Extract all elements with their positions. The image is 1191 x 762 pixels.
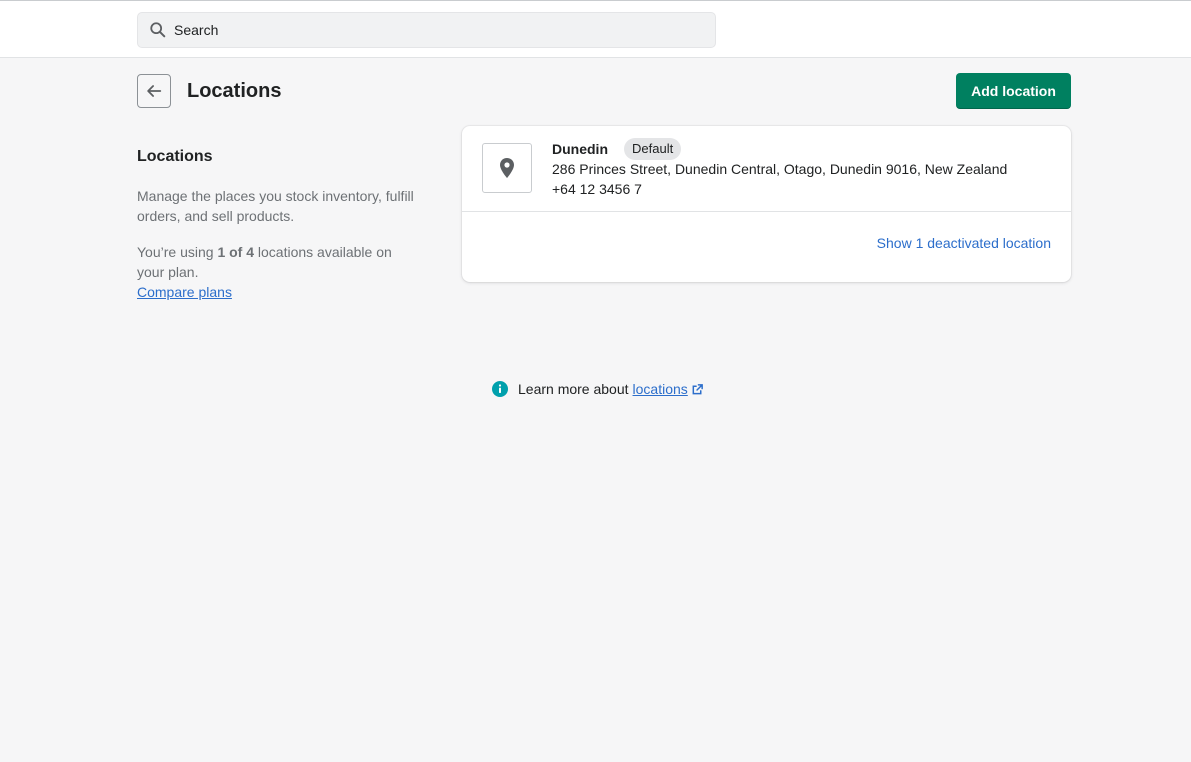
usage-prefix: You’re using <box>137 244 218 260</box>
search-icon <box>148 20 168 40</box>
add-location-button[interactable]: Add location <box>956 73 1071 109</box>
search-bar[interactable] <box>137 12 716 48</box>
compare-plans-link[interactable]: Compare plans <box>137 282 232 302</box>
location-thumbnail <box>482 143 532 193</box>
section-heading: Locations <box>137 148 213 165</box>
section-description: Manage the places you stock inventory, f… <box>137 188 414 224</box>
locations-help-link[interactable]: locations <box>633 381 688 397</box>
plan-usage: You’re using 1 of 4 locations available … <box>137 242 417 282</box>
arrow-left-icon <box>147 85 162 97</box>
top-bar <box>0 0 1191 58</box>
usage-count: 1 of 4 <box>217 244 255 260</box>
locations-card: Dunedin Default 286 Princes Street, Dune… <box>462 126 1071 282</box>
location-pin-icon <box>500 158 514 178</box>
external-link-icon[interactable] <box>691 383 704 396</box>
learn-more: Learn more about locations <box>491 379 704 399</box>
location-address: 286 Princes Street, Dunedin Central, Ota… <box>552 161 1008 177</box>
default-badge: Default <box>624 138 682 160</box>
learn-more-text: Learn more about <box>518 381 629 397</box>
page-title: Locations <box>187 80 282 102</box>
location-name: Dunedin <box>552 141 608 157</box>
location-item[interactable]: Dunedin Default 286 Princes Street, Dune… <box>462 126 1071 212</box>
search-input[interactable] <box>174 22 694 38</box>
back-button[interactable] <box>137 74 171 108</box>
show-deactivated-button[interactable]: Show 1 deactivated location <box>877 233 1051 253</box>
info-icon <box>492 381 508 397</box>
location-phone: +64 12 3456 7 <box>552 181 642 197</box>
